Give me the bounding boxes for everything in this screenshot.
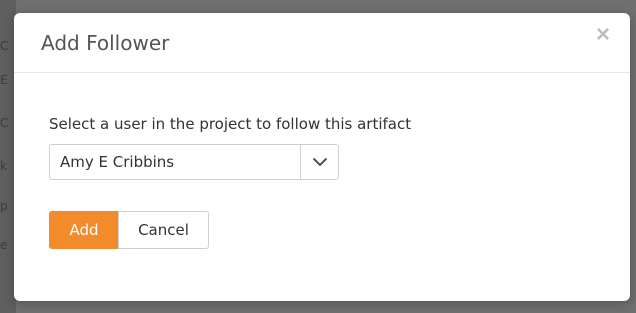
background-text-fragment: e <box>0 238 8 252</box>
background-text-fragment: p <box>0 199 8 213</box>
chevron-down-icon <box>312 158 327 166</box>
background-text-fragment: C <box>0 39 9 53</box>
background-text-fragment: k <box>0 159 7 173</box>
dropdown-toggle[interactable] <box>300 145 338 179</box>
dialog-title: Add Follower <box>41 31 170 55</box>
add-follower-dialog: Add Follower × Select a user in the proj… <box>14 13 630 301</box>
selected-user-value: Amy E Cribbins <box>60 153 175 171</box>
cancel-button[interactable]: Cancel <box>118 211 209 249</box>
user-select[interactable]: Amy E Cribbins <box>49 144 339 180</box>
background-text-fragment: E <box>0 73 8 87</box>
dialog-body: Select a user in the project to follow t… <box>14 73 630 301</box>
instruction-text: Select a user in the project to follow t… <box>49 115 412 133</box>
add-button[interactable]: Add <box>49 211 119 249</box>
close-icon: × <box>595 21 610 48</box>
close-button[interactable]: × <box>592 21 614 48</box>
background-text-fragment: C <box>0 116 9 130</box>
dialog-header: Add Follower × <box>14 13 630 73</box>
